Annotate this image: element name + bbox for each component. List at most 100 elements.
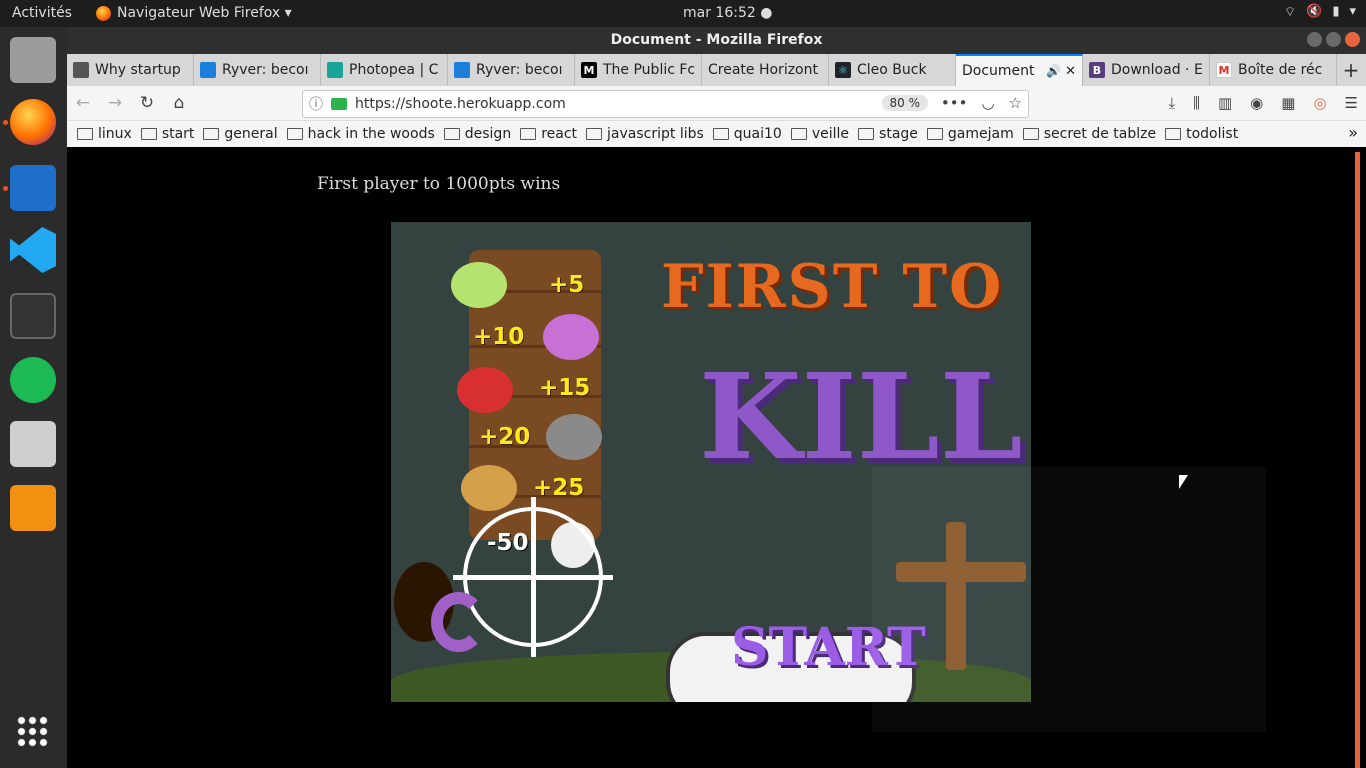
battery-icon[interactable]: ▮ (1332, 4, 1339, 20)
new-tab-button[interactable]: + (1337, 54, 1365, 86)
calculator-icon[interactable] (10, 485, 56, 531)
tab[interactable]: Photopea | C (321, 54, 448, 86)
tab-audio-icon[interactable]: 🔊 (1046, 64, 1061, 78)
url-text[interactable]: https://shoote.herokuapp.com (355, 96, 566, 112)
library-icon[interactable]: ⫼ (1193, 94, 1200, 112)
lock-icon (331, 98, 347, 110)
folder-icon (586, 128, 603, 140)
bookmark-folder[interactable]: todolist (1165, 126, 1238, 142)
url-actions: ••• ◡ ☆ (941, 94, 1022, 112)
bookmark-folder[interactable]: stage (858, 126, 918, 142)
tab-favicon-icon (200, 62, 216, 78)
extension-orange-icon[interactable]: ◎ (1313, 94, 1326, 112)
close-window-button[interactable] (1345, 32, 1360, 47)
tab[interactable]: M The Public Fc (575, 54, 702, 86)
folder-icon (926, 128, 943, 140)
tab-favicon-icon (454, 62, 470, 78)
firefox-window: Document - Mozilla Firefox Why startup R… (67, 27, 1366, 768)
gmail-favicon-icon: M (1216, 62, 1232, 78)
title-first-to: FIRST TO (661, 252, 1004, 322)
spotify-icon[interactable] (10, 357, 56, 403)
system-tray[interactable]: ⌔ 🔇 ▮ ▾ (1284, 4, 1356, 20)
score-label: +25 (533, 475, 585, 501)
vscode-icon[interactable] (10, 227, 56, 273)
files-icon[interactable] (10, 37, 56, 83)
tab[interactable]: Why startup (67, 54, 194, 86)
pocket-icon[interactable]: ◡ (981, 94, 994, 112)
tab[interactable]: Create Horizont (702, 54, 829, 86)
page-heading: First player to 1000pts wins (317, 174, 561, 194)
downloads-icon[interactable]: ⤓ (1168, 94, 1175, 112)
score-label: +5 (549, 272, 585, 298)
bookmarks-overflow-icon[interactable]: » (1348, 123, 1358, 142)
nav-bar: ← → ↻ ⌂ ⓘ https://shoote.herokuapp.com 8… (67, 86, 1366, 121)
bookmark-folder[interactable]: design (443, 126, 511, 142)
running-indicator (3, 120, 8, 125)
bookmark-folder[interactable]: quai10 (712, 126, 782, 142)
bookmark-folder[interactable]: general (203, 126, 278, 142)
bookmark-folder[interactable]: hack in the woods (286, 126, 435, 142)
tab[interactable]: B Download · E (1083, 54, 1210, 86)
back-button[interactable]: ← (67, 93, 99, 113)
maximize-button[interactable] (1326, 32, 1341, 47)
sidebar-icon[interactable]: ▥ (1218, 94, 1232, 112)
hamburger-menu-icon[interactable]: ☰ (1345, 94, 1358, 112)
camera-icon[interactable] (10, 421, 56, 467)
folder-icon (140, 128, 157, 140)
activities-button[interactable]: Activités (12, 5, 72, 21)
page-scrollbar[interactable] (1355, 152, 1360, 768)
home-button[interactable]: ⌂ (163, 93, 195, 113)
score-label: +15 (539, 375, 591, 401)
window-controls (1307, 32, 1360, 47)
page-actions-icon[interactable]: ••• (941, 94, 968, 112)
tab-bar: Why startup Ryver: becoı Photopea | C Ry… (67, 54, 1366, 86)
folder-icon (712, 128, 729, 140)
zoom-level[interactable]: 80 % (881, 95, 928, 111)
bookmark-folder[interactable]: secret de tablze (1022, 126, 1156, 142)
tab-favicon-icon (73, 62, 89, 78)
volume-muted-icon[interactable]: 🔇 (1306, 4, 1322, 20)
firefox-dock-icon[interactable] (10, 99, 56, 145)
minimize-button[interactable] (1307, 32, 1322, 47)
extension-icon[interactable]: ▦ (1281, 94, 1295, 112)
url-bar[interactable]: ⓘ https://shoote.herokuapp.com 80 % ••• … (302, 90, 1029, 118)
firefox-icon (96, 5, 111, 21)
window-titlebar[interactable]: Document - Mozilla Firefox (67, 27, 1366, 54)
account-icon[interactable]: ◉ (1250, 94, 1263, 112)
purple-bat-monster-icon (543, 314, 599, 360)
bookmark-folder[interactable]: javascript libs (586, 126, 704, 142)
reload-button[interactable]: ↻ (131, 93, 163, 113)
tab[interactable]: ⚛ Cleo Buck (829, 54, 956, 86)
folder-icon (520, 128, 537, 140)
tab[interactable]: Ryver: becoı (448, 54, 575, 86)
bookmark-folder[interactable]: gamejam (926, 126, 1014, 142)
system-top-bar: Activités Navigateur Web Firefox ▾ mar 1… (0, 0, 1366, 27)
bookmark-folder[interactable]: veille (790, 126, 849, 142)
score-label: +10 (473, 324, 525, 350)
worm-icon (431, 592, 486, 652)
bookmark-folder[interactable]: linux (77, 126, 132, 142)
bookmark-folder[interactable]: start (140, 126, 194, 142)
wifi-icon[interactable]: ⌔ (1284, 4, 1296, 20)
show-apps-icon[interactable] (16, 715, 50, 749)
bookmark-star-icon[interactable]: ☆ (1009, 94, 1022, 112)
app-menu[interactable]: Navigateur Web Firefox ▾ (96, 5, 292, 21)
tab-favicon-icon: B (1089, 62, 1105, 78)
terminal-icon[interactable] (10, 293, 56, 339)
tab-active[interactable]: Document 🔊 ✕ (956, 54, 1083, 86)
power-menu-icon[interactable]: ▾ (1349, 4, 1356, 20)
score-label: +20 (479, 424, 531, 450)
site-info-icon[interactable]: ⓘ (303, 94, 329, 114)
clock[interactable]: mar 16:52 ● (683, 5, 772, 21)
bookmark-folder[interactable]: react (520, 126, 577, 142)
writer-icon[interactable] (10, 165, 56, 211)
folder-icon (1165, 128, 1182, 140)
zebra-monster-icon (461, 465, 517, 511)
forward-button[interactable]: → (99, 93, 131, 113)
faded-overlay-panel (872, 467, 1266, 732)
close-tab-icon[interactable]: ✕ (1065, 64, 1076, 79)
folder-icon (858, 128, 875, 140)
toolbar-right: ⤓ ⫼ ▥ ◉ ▦ ◎ ☰ (1168, 94, 1358, 112)
tab[interactable]: M Boîte de réc (1210, 54, 1337, 86)
tab[interactable]: Ryver: becoı (194, 54, 321, 86)
